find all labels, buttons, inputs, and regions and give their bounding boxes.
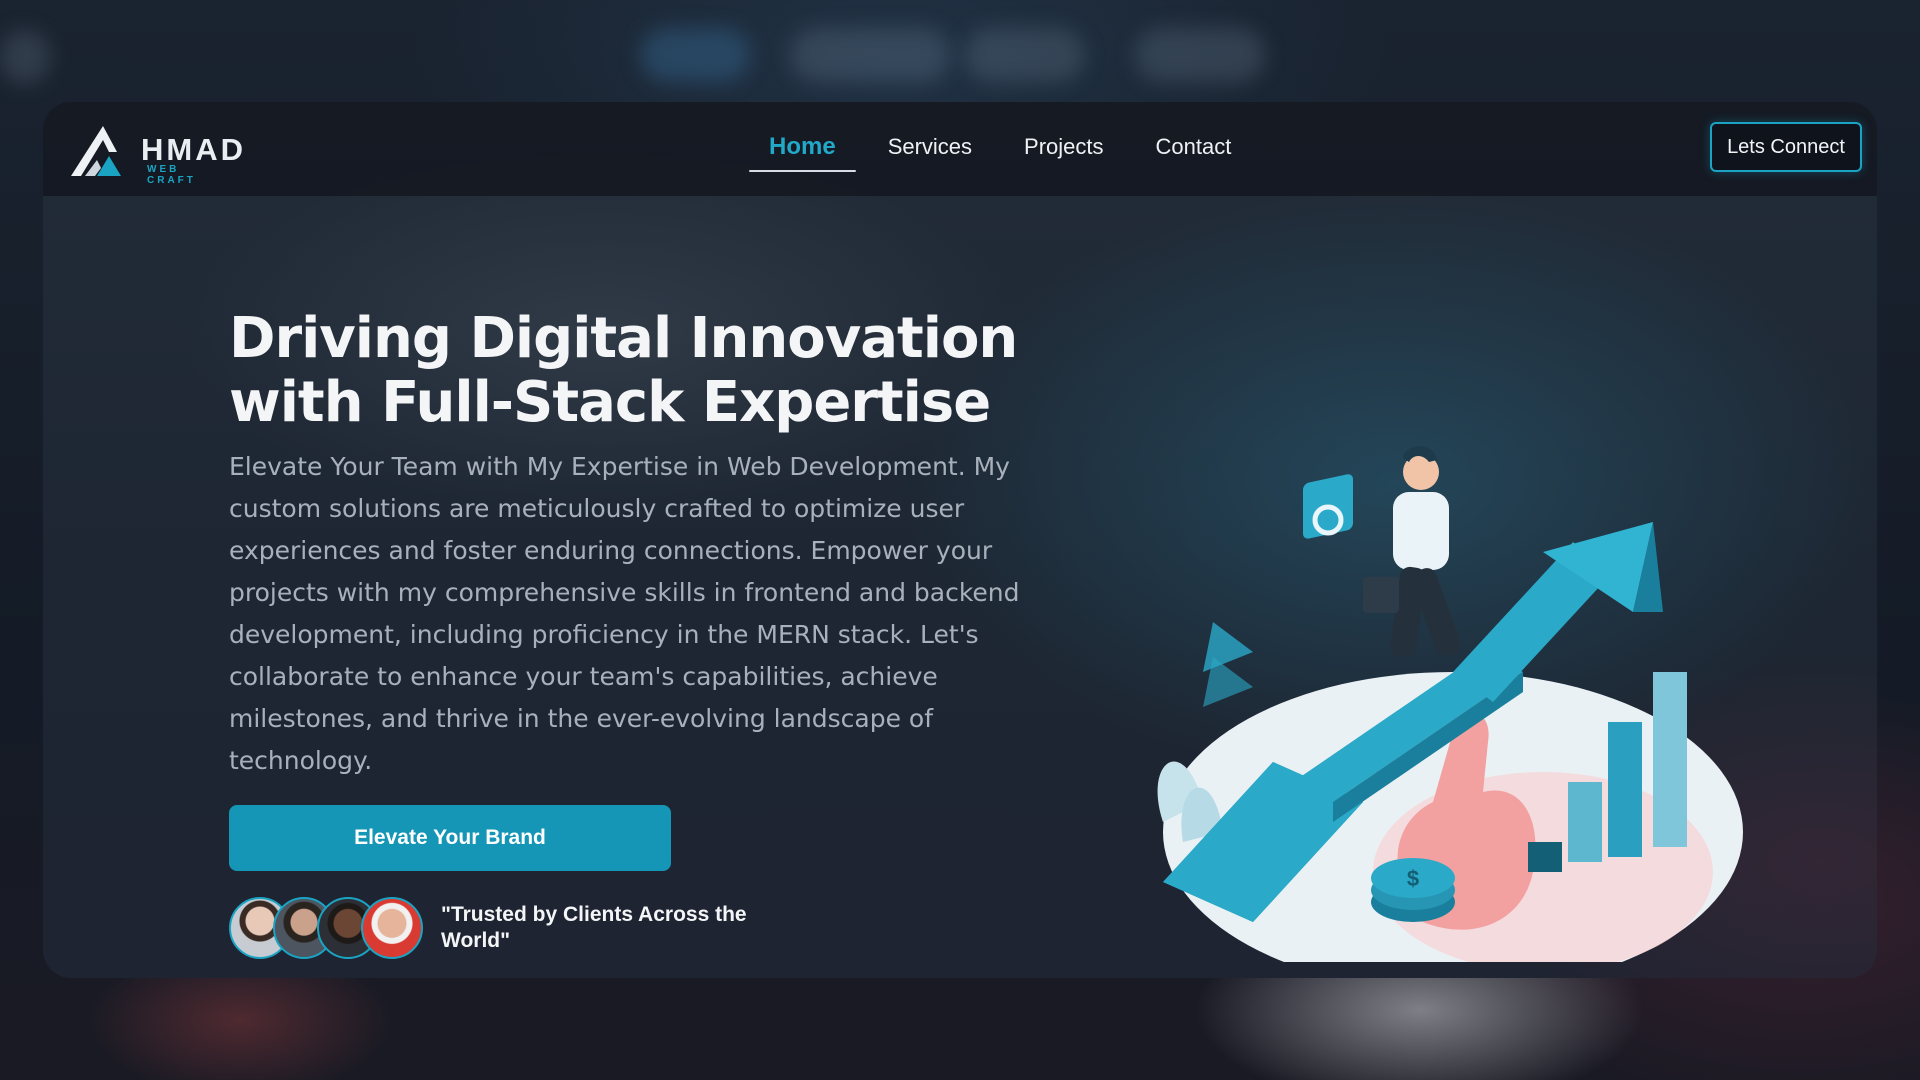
nav-home[interactable]: Home xyxy=(743,132,862,172)
logo-text: HMAD xyxy=(141,132,246,167)
hero-card: HMAD WEB CRAFT Home Services Projects Co… xyxy=(43,102,1877,978)
hero-title-line1: Driving Digital Innovation xyxy=(229,306,1018,371)
logo[interactable]: HMAD WEB CRAFT xyxy=(67,120,243,186)
logo-mark-icon xyxy=(71,126,121,176)
avatar xyxy=(361,897,423,959)
hero-title-line2: with Full-Stack Expertise xyxy=(229,370,991,435)
blurred-shape xyxy=(790,28,950,82)
logo-subtext: WEB CRAFT xyxy=(147,164,196,186)
hero-description: Elevate Your Team with My Expertise in W… xyxy=(229,452,1020,775)
nav-projects[interactable]: Projects xyxy=(998,132,1129,172)
nav-services[interactable]: Services xyxy=(862,132,998,172)
main-nav: Home Services Projects Contact xyxy=(743,132,1257,172)
hero-title: Driving Digital Innovation with Full-Sta… xyxy=(229,307,1129,435)
growth-arrow-illustration: $ xyxy=(1157,446,1743,962)
blurred-shape xyxy=(965,28,1085,82)
lets-connect-button[interactable]: Lets Connect xyxy=(1710,122,1862,172)
trust-text: "Trusted by Clients Across the World" xyxy=(441,903,747,952)
elevate-brand-button[interactable]: Elevate Your Brand xyxy=(229,805,671,871)
navbar: HMAD WEB CRAFT Home Services Projects Co… xyxy=(43,102,1877,196)
blurred-shape xyxy=(0,30,50,84)
blurred-shape xyxy=(1135,28,1265,82)
nav-contact[interactable]: Contact xyxy=(1130,132,1258,172)
client-avatars xyxy=(229,897,429,963)
svg-text:$: $ xyxy=(1407,866,1419,891)
blurred-shape xyxy=(640,28,750,82)
